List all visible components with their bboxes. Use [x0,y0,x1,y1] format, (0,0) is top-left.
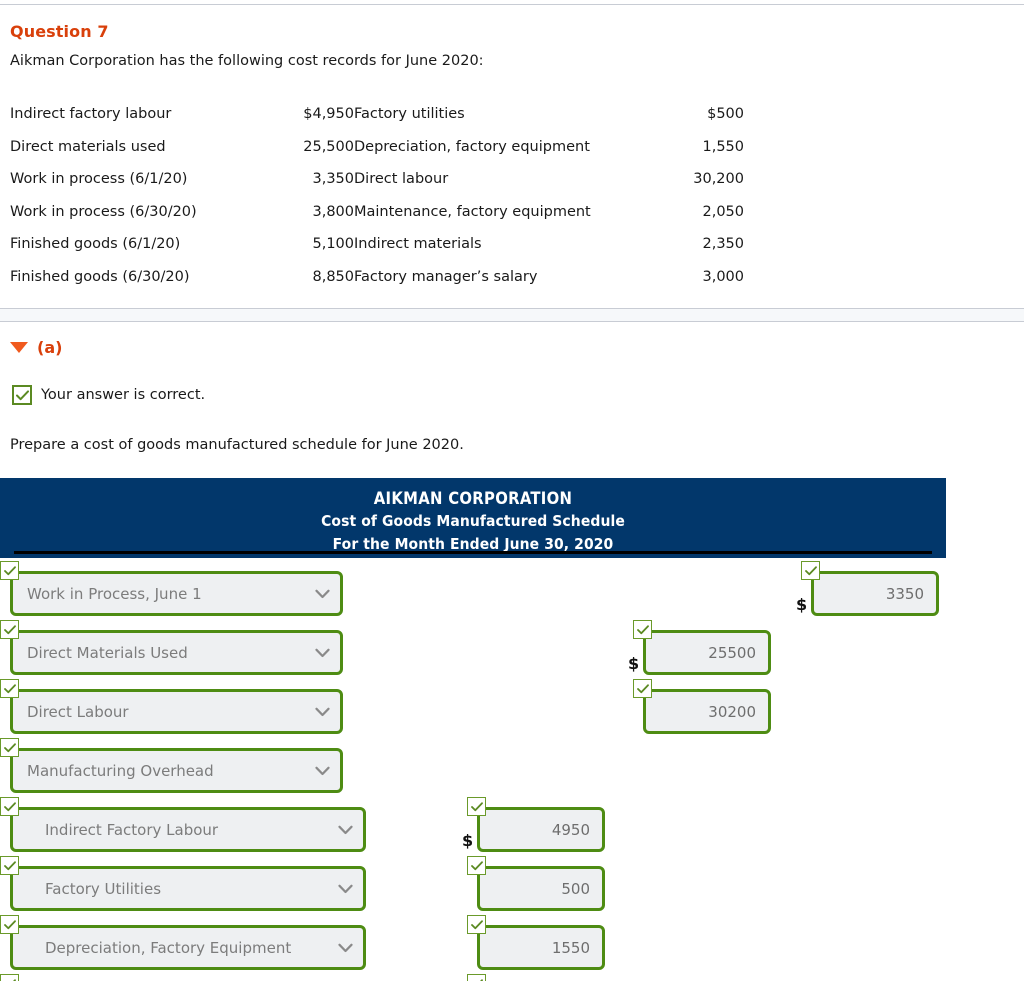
amount-correct-badge [467,915,486,934]
amount-correct-badge [467,797,486,816]
schedule-form: Work in Process, June 1 3350 $ Direct Mater… [0,0,1024,981]
account-select[interactable]: Indirect Factory Labour [10,807,366,852]
question-page: Question 7 Aikman Corporation has the fo… [0,0,1024,981]
account-select[interactable]: Manufacturing Overhead [10,748,343,793]
account-select[interactable]: Depreciation, Factory Equipment [10,925,366,970]
account-select-value: Factory Utilities [45,879,162,898]
chevron-down-icon[interactable] [315,648,330,658]
chevron-down-icon[interactable] [315,707,330,717]
amount-correct-badge [801,561,820,580]
amount-input[interactable]: 3350 [811,571,939,616]
account-select[interactable]: Direct Labour [10,689,343,734]
currency-symbol: $ [796,595,808,614]
field-correct-badge [0,856,19,875]
account-select-value: Depreciation, Factory Equipment [45,938,292,957]
chevron-down-icon[interactable] [338,943,353,953]
field-correct-badge [0,915,19,934]
currency-symbol: $ [462,831,474,850]
amount-correct-badge [467,974,486,981]
amount-input[interactable]: 25500 [643,630,771,675]
chevron-down-icon[interactable] [315,589,330,599]
amount-input[interactable]: 1550 [477,925,605,970]
field-correct-badge [0,620,19,639]
account-select[interactable]: Factory Utilities [10,866,366,911]
field-correct-badge [0,974,19,981]
chevron-down-icon[interactable] [338,825,353,835]
field-correct-badge [0,797,19,816]
amount-correct-badge [633,679,652,698]
account-select-value: Indirect Factory Labour [45,820,219,839]
field-correct-badge [0,738,19,757]
field-correct-badge [0,561,19,580]
currency-symbol: $ [628,654,640,673]
account-select-value: Manufacturing Overhead [27,761,214,780]
account-select-value: Direct Labour [27,702,129,721]
amount-input[interactable]: 4950 [477,807,605,852]
amount-input[interactable]: 30200 [643,689,771,734]
account-select[interactable]: Direct Materials Used [10,630,343,675]
chevron-down-icon[interactable] [315,766,330,776]
amount-input[interactable]: 500 [477,866,605,911]
amount-correct-badge [467,856,486,875]
account-select-value: Direct Materials Used [27,643,188,662]
account-select-value: Work in Process, June 1 [27,584,202,603]
chevron-down-icon[interactable] [338,884,353,894]
amount-correct-badge [633,620,652,639]
field-correct-badge [0,679,19,698]
account-select[interactable]: Work in Process, June 1 [10,571,343,616]
